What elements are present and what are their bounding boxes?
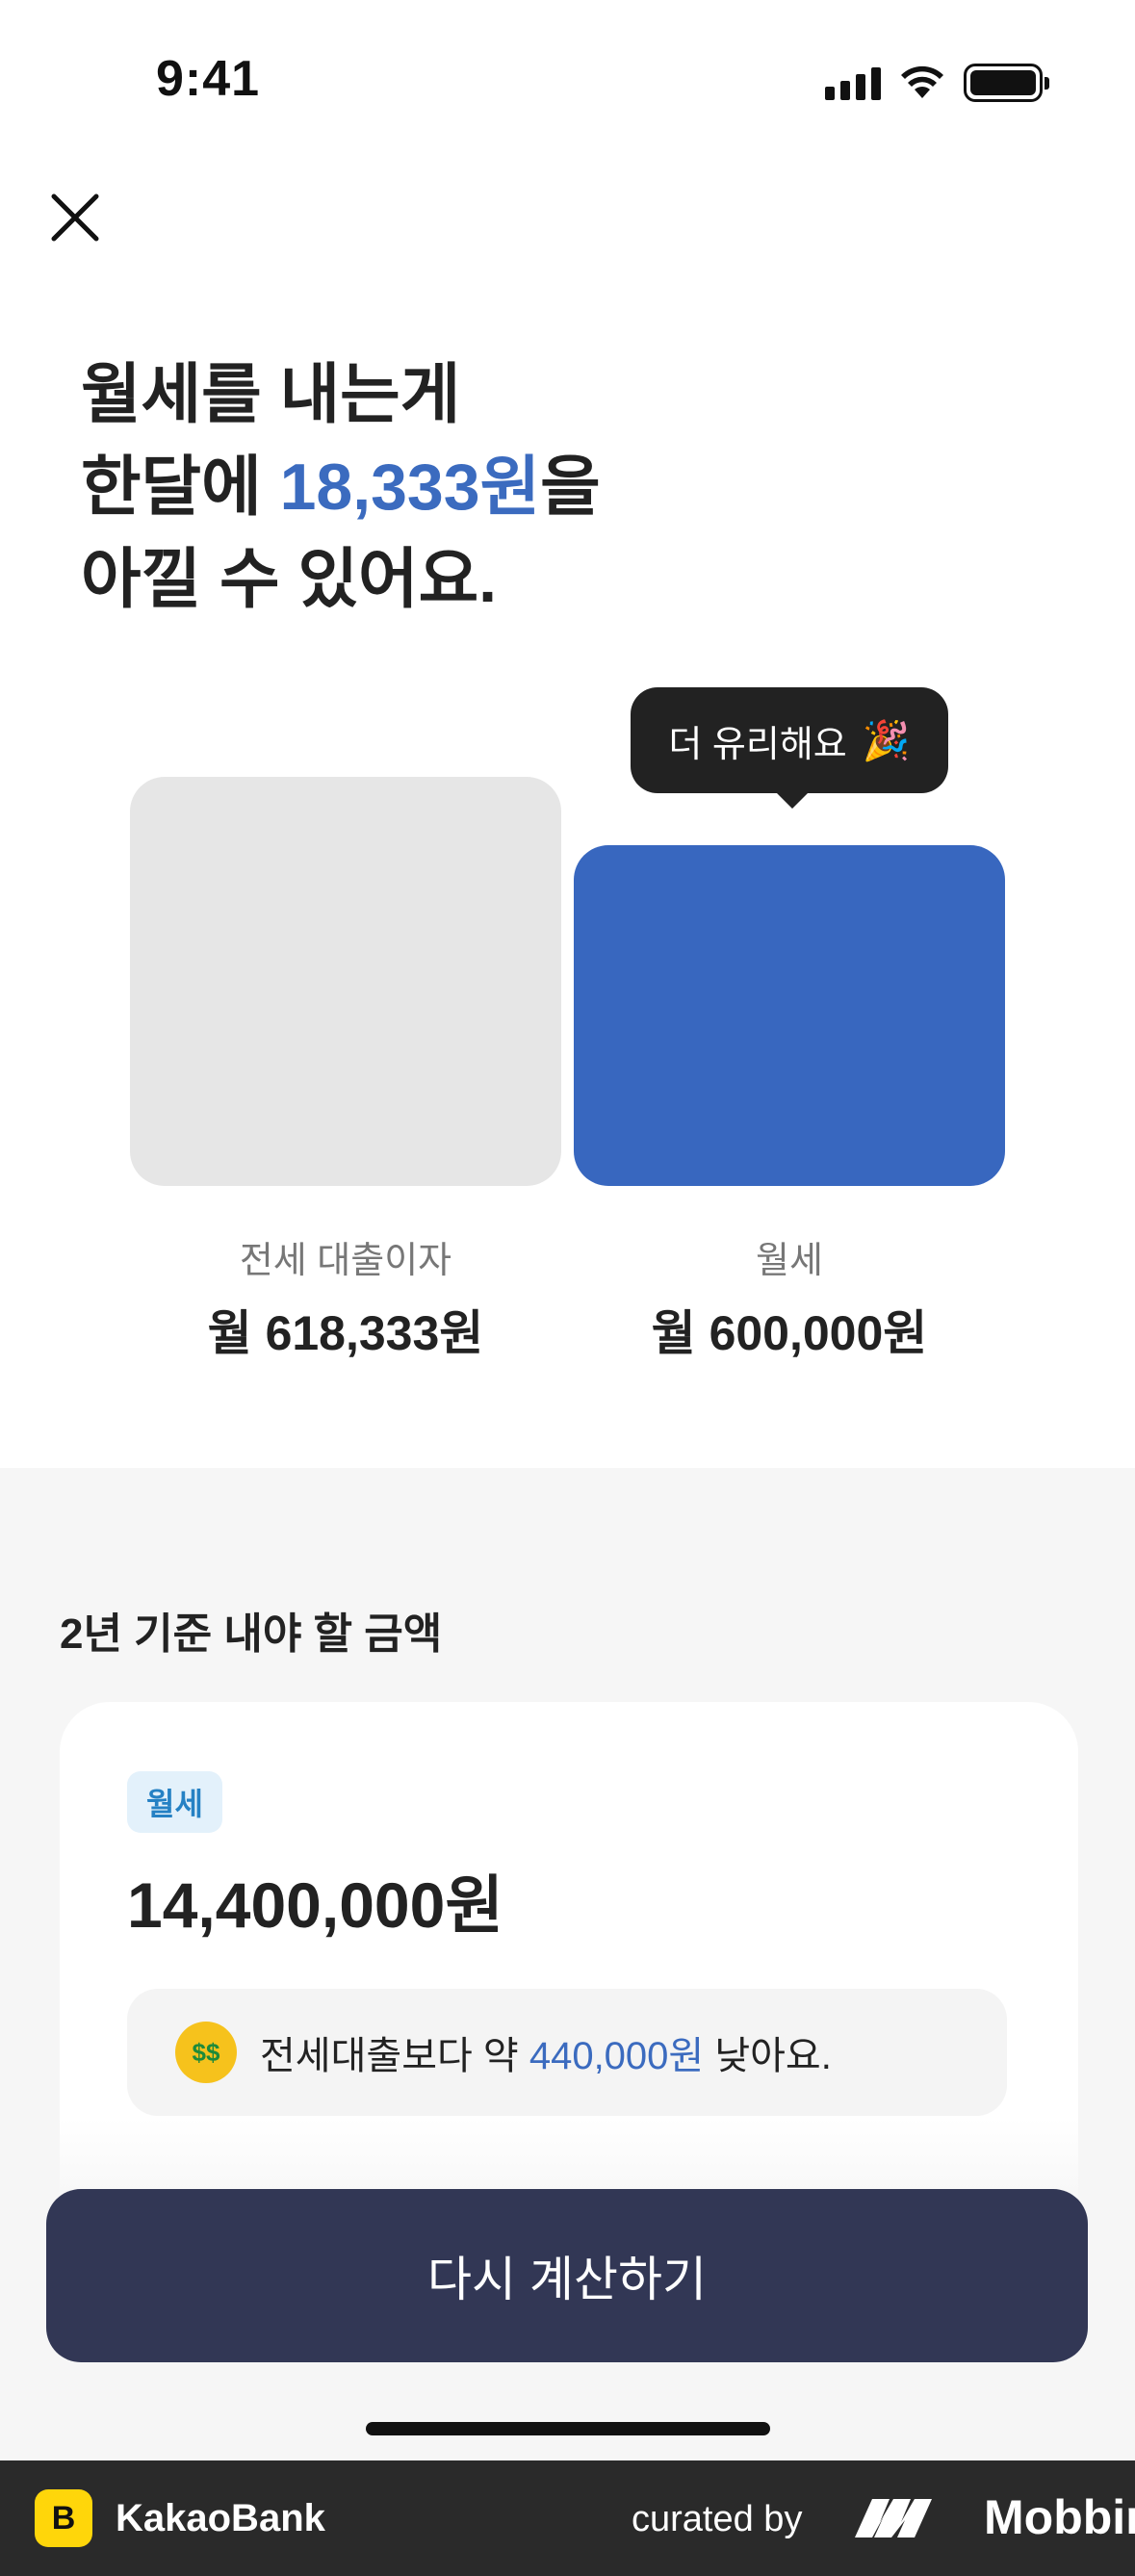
summary-title: 2년 기준 내야 할 금액 [60,1610,443,1658]
battery-icon [964,64,1049,102]
jeonse-interest-bar [130,777,561,1186]
mobbin-wordmark: Mobbin [984,2490,1135,2544]
mobbin-logo-icon [855,2499,932,2537]
wolse-value: 월 600,000원 [651,1306,928,1360]
close-icon [51,193,99,242]
jeonse-label: 전세 대출이자 [239,1241,452,1281]
status-icons [825,64,1049,102]
close-button[interactable] [46,189,104,246]
money-face-icon: $$ [175,2022,237,2083]
result-headline: 월세를 내는게 한달에 18,333원을 아낄 수 있어요. [81,348,601,626]
headline-line-1: 월세를 내는게 [81,358,461,431]
wolse-bar [574,845,1005,1186]
headline-line-3: 아낄 수 있어요. [81,543,498,616]
note-prefix: 전세대출보다 약 [260,2035,529,2077]
status-bar: 9:41 [0,0,1135,144]
party-popper-icon: 🎉 [862,719,911,762]
home-indicator [366,2422,770,2435]
difference-note: $$ 전세대출보다 약 440,000원 낮아요. [127,1989,1007,2116]
headline-line-2: 한달에 18,333원을 [81,441,601,533]
wolse-label: 월세 [756,1241,823,1281]
status-time: 9:41 [156,51,261,107]
saving-amount: 18,333원 [279,451,541,524]
headline-prefix: 한달에 [81,451,280,524]
advantage-tooltip: 더 유리해요 🎉 [631,687,948,809]
wolse-tag: 월세 [127,1771,222,1833]
tooltip-text: 더 유리해요 [668,724,847,765]
difference-text: 전세대출보다 약 440,000원 낮아요. [260,2024,832,2080]
headline-suffix: 을 [540,451,601,524]
jeonse-value: 월 618,333원 [207,1306,484,1360]
cellular-signal-icon [825,65,881,100]
curated-by-label: curated by [632,2499,803,2539]
recalculate-button[interactable]: 다시 계산하기 [46,2189,1088,2362]
brand-name: KakaoBank [116,2497,325,2539]
wifi-icon [901,65,943,98]
kakaobank-logo-icon: B [35,2489,92,2547]
total-amount: 14,400,000원 [127,1869,504,1941]
note-suffix: 낮아요. [704,2035,832,2077]
footer-bar: B KakaoBank curated by Mobbin [0,2460,1135,2576]
difference-amount: 440,000원 [529,2035,705,2077]
comparison-chart: 더 유리해요 🎉 전세 대출이자 월 618,333원 월세 월 600,000… [0,674,1135,1386]
